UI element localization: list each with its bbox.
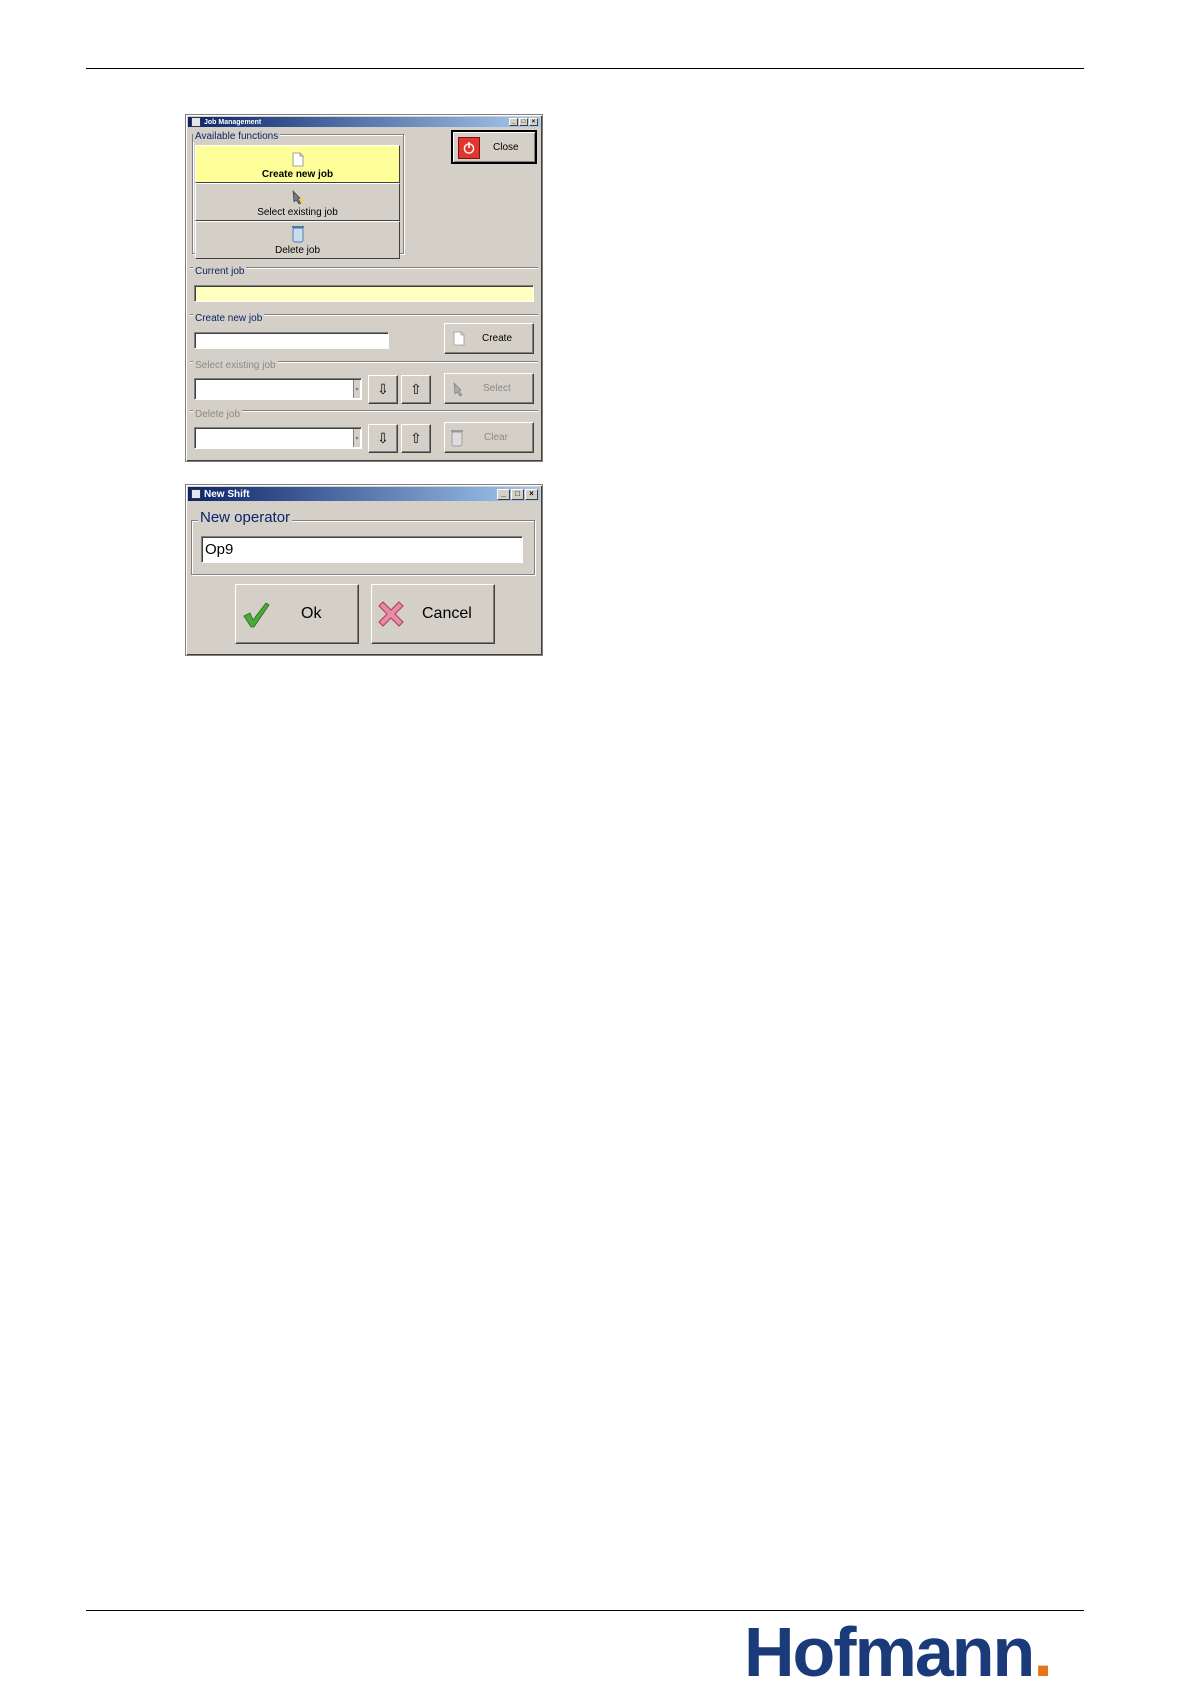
select-move-up-button[interactable]: ⇧	[401, 375, 431, 404]
close-button[interactable]: Close	[451, 130, 537, 164]
shift-window-titlebar: New Shift _ □ ×	[188, 487, 540, 501]
create-button-label: Create	[482, 333, 513, 344]
arrow-down-icon: ⇩	[377, 430, 389, 446]
cancel-button[interactable]: Cancel	[371, 584, 495, 644]
minimize-icon[interactable]: _	[509, 118, 518, 126]
new-shift-window: New Shift _ □ × New operator Op9 Ok Canc…	[185, 484, 543, 656]
current-job-field	[194, 285, 534, 302]
check-icon	[243, 602, 270, 628]
trash-icon	[291, 226, 304, 243]
brand-logo-text: Hofmann	[744, 1613, 1035, 1691]
create-new-job-label: Create new job	[193, 313, 265, 324]
ok-button-label: Ok	[301, 605, 322, 622]
close-window-icon[interactable]: ×	[529, 118, 538, 126]
clear-button-label: Clear	[484, 432, 508, 443]
cancel-button-label: Cancel	[422, 605, 472, 622]
delete-job-label: Delete job	[193, 409, 243, 420]
ok-button[interactable]: Ok	[235, 584, 359, 644]
chevron-down-icon[interactable]: ▾	[353, 380, 360, 398]
arrow-up-icon: ⇧	[410, 381, 422, 397]
cross-icon	[378, 601, 404, 627]
select-existing-job-label: Select existing job	[193, 360, 278, 371]
shift-window-title: New Shift	[204, 488, 250, 500]
power-icon	[458, 137, 480, 159]
new-job-name-value	[195, 338, 198, 349]
select-button[interactable]: Select	[444, 373, 534, 404]
arrow-down-icon: ⇩	[377, 381, 389, 397]
current-job-value	[195, 291, 198, 302]
delete-move-down-button[interactable]: ⇩	[368, 424, 398, 453]
close-button-label: Close	[493, 141, 519, 153]
header-rule	[86, 68, 1084, 69]
function-label: Create new job	[261, 169, 334, 180]
function-select-existing-job[interactable]: Select existing job	[195, 183, 400, 221]
new-job-name-input[interactable]	[194, 332, 389, 349]
select-job-combo[interactable]: ▾	[194, 378, 362, 400]
arrow-up-icon: ⇧	[410, 430, 422, 446]
new-document-icon	[453, 331, 465, 346]
operator-input[interactable]: Op9	[201, 536, 523, 563]
function-delete-job[interactable]: Delete job	[195, 221, 400, 259]
footer-rule	[86, 1610, 1084, 1611]
trash-icon	[451, 430, 463, 447]
maximize-icon[interactable]: □	[519, 118, 528, 126]
job-window-title: Job Management	[204, 118, 262, 126]
job-window-titlebar: Job Management _ □ ×	[188, 117, 540, 127]
new-operator-label: New operator	[198, 509, 293, 526]
clear-button[interactable]: Clear	[444, 422, 534, 453]
separator	[190, 410, 538, 411]
select-button-label: Select	[483, 383, 511, 394]
select-pointer-icon	[292, 190, 304, 205]
select-move-down-button[interactable]: ⇩	[368, 375, 398, 404]
function-create-new-job[interactable]: Create new job	[195, 145, 400, 183]
new-document-icon	[292, 152, 303, 167]
minimize-icon[interactable]: _	[497, 488, 510, 500]
function-label: Delete job	[274, 245, 321, 256]
select-pointer-icon	[453, 382, 463, 397]
brand-logo-dot: .	[1033, 1613, 1053, 1691]
operator-value: Op9	[205, 541, 234, 558]
close-window-icon[interactable]: ×	[525, 488, 538, 500]
available-functions-label: Available functions	[193, 131, 281, 142]
job-management-window: Job Management _ □ × Available functions…	[185, 114, 543, 462]
chevron-down-icon[interactable]: ▾	[353, 429, 360, 447]
create-button[interactable]: Create	[444, 323, 534, 354]
app-icon	[191, 117, 201, 127]
delete-move-up-button[interactable]: ⇧	[401, 424, 431, 453]
brand-logo: Hofmann.	[744, 1612, 1053, 1692]
function-label: Select existing job	[257, 207, 338, 218]
maximize-icon[interactable]: □	[511, 488, 524, 500]
app-icon	[191, 489, 201, 499]
delete-job-combo[interactable]: ▾	[194, 427, 362, 449]
current-job-label: Current job	[193, 266, 247, 277]
